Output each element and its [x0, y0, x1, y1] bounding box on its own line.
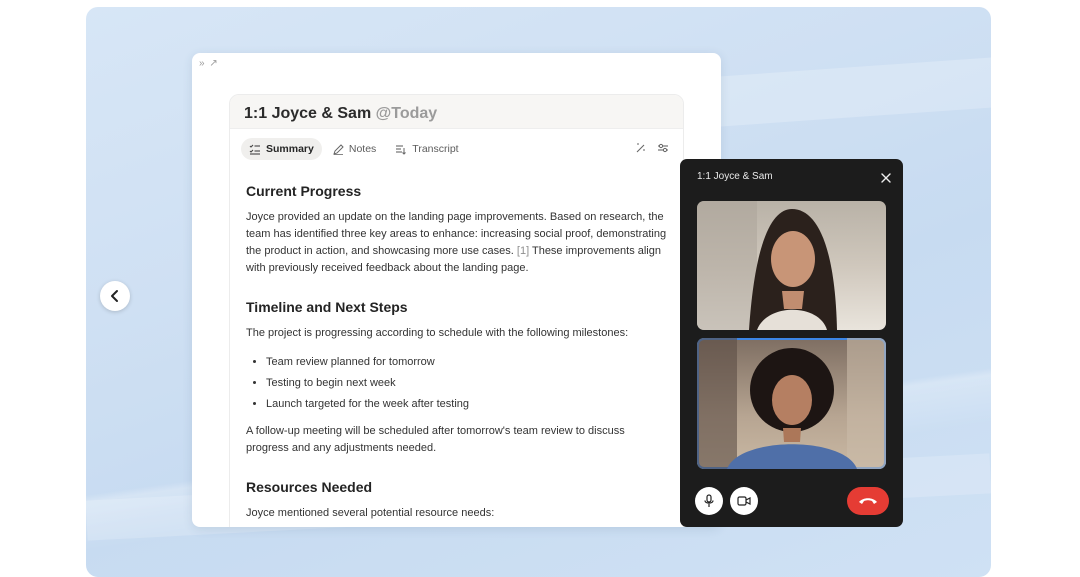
tab-transcript[interactable]: Transcript — [387, 138, 466, 160]
section-heading-progress: Current Progress — [246, 183, 362, 199]
list-item: Testing to begin next week — [266, 373, 667, 394]
timeline-intro: The project is progressing according to … — [246, 327, 629, 339]
meeting-note-card: 1:1 Joyce & Sam @Today Summary Notes Tra… — [229, 94, 684, 527]
tab-notes[interactable]: Notes — [325, 138, 384, 160]
section-heading-resources: Resources Needed — [246, 479, 373, 495]
pencil-icon — [333, 143, 344, 155]
note-tabs: Summary Notes Transcript — [230, 129, 683, 169]
progress-paragraph: Joyce provided an update on the landing … — [246, 209, 667, 277]
expand-sidebar-icon[interactable]: » ↗ — [199, 58, 219, 69]
video-camera-icon — [737, 496, 751, 506]
close-call-panel-button[interactable] — [881, 170, 891, 188]
note-content: Current Progress Joyce provided an updat… — [230, 169, 683, 522]
notes-window: » ↗ 1:1 Joyce & Sam @Today Summary Notes… — [192, 53, 721, 527]
note-date-tag[interactable]: @Today — [376, 105, 438, 122]
chevron-left-icon — [111, 290, 118, 302]
summary-list-icon — [249, 144, 260, 155]
section-heading-timeline: Timeline and Next Steps — [246, 299, 408, 315]
call-title: 1:1 Joyce & Sam — [697, 171, 773, 182]
tab-label: Summary — [266, 143, 314, 155]
microphone-icon — [704, 494, 714, 507]
resources-paragraph: Joyce mentioned several potential resour… — [246, 507, 495, 519]
list-item: Team review planned for tomorrow — [266, 352, 667, 373]
background-streak — [704, 56, 991, 128]
camera-button[interactable] — [730, 487, 758, 515]
tab-label: Transcript — [412, 143, 459, 155]
citation-link[interactable]: [1] — [517, 245, 529, 257]
list-item: Launch targeted for the week after testi… — [266, 394, 667, 415]
note-tools — [635, 142, 669, 154]
close-icon — [881, 173, 891, 183]
participant-avatar — [697, 201, 837, 330]
hang-up-phone-icon — [859, 498, 877, 504]
tab-summary[interactable]: Summary — [241, 138, 322, 160]
previous-slide-button[interactable] — [100, 281, 130, 311]
participant-avatar — [697, 338, 886, 469]
transcript-icon — [396, 144, 407, 155]
video-call-panel: 1:1 Joyce & Sam — [680, 159, 903, 527]
end-call-button[interactable] — [847, 487, 889, 515]
participant-video-tile[interactable] — [697, 201, 886, 330]
followup-paragraph: A follow-up meeting will be scheduled af… — [246, 425, 625, 454]
microphone-button[interactable] — [695, 487, 723, 515]
milestone-list: Team review planned for tomorrow Testing… — [246, 352, 667, 415]
sparkle-edit-icon[interactable] — [635, 142, 647, 154]
active-speaker-video-tile[interactable] — [697, 338, 886, 469]
note-header: 1:1 Joyce & Sam @Today — [230, 95, 683, 129]
tab-label: Notes — [348, 143, 377, 155]
note-title: 1:1 Joyce & Sam — [244, 105, 372, 122]
settings-sliders-icon[interactable] — [657, 142, 669, 154]
